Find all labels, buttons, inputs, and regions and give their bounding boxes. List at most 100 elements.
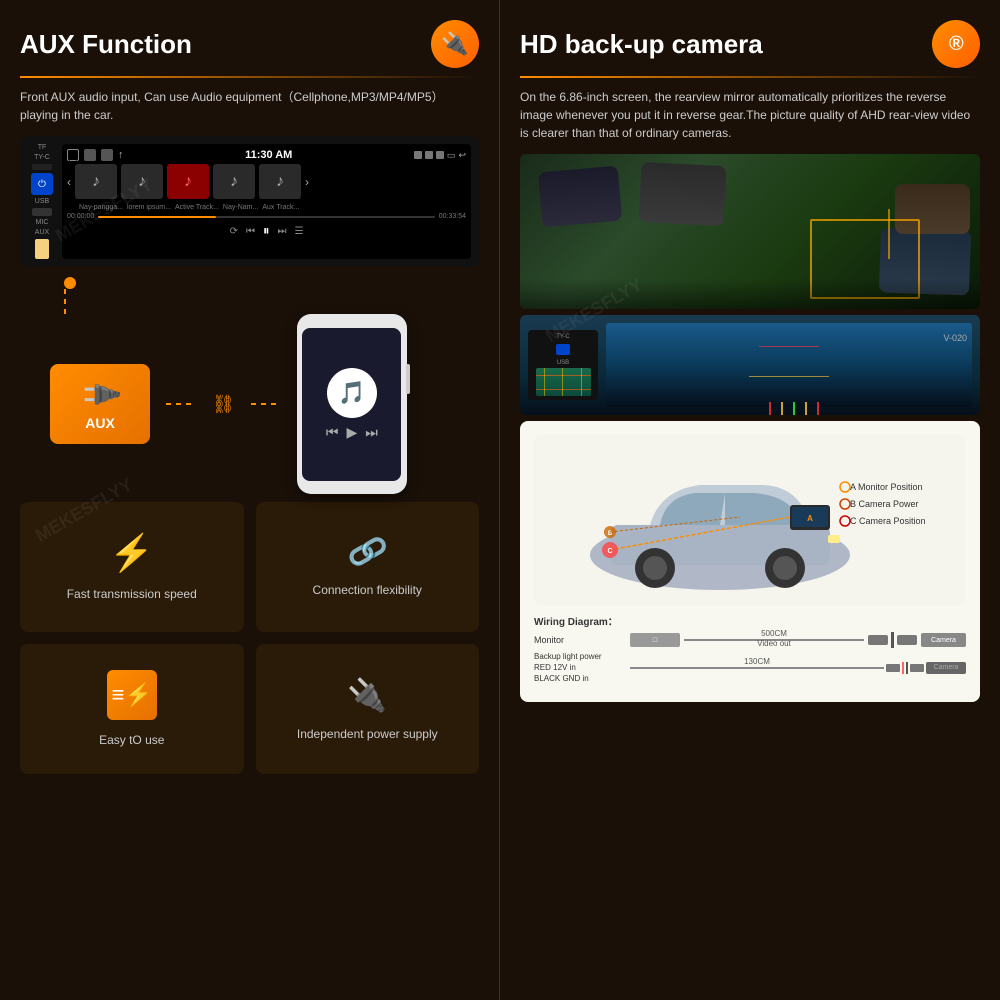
- feature-card-4: 🔌 Independent power supply: [256, 644, 480, 774]
- track-5[interactable]: ♪: [259, 164, 301, 199]
- aux-connector: [35, 239, 49, 259]
- track-info-2: lorem ipsum...: [127, 204, 171, 211]
- progress-bar[interactable]: [98, 216, 435, 218]
- h-guide-red: [759, 346, 819, 347]
- svg-text:A: A: [807, 514, 813, 523]
- horizontal-guides-2: [749, 376, 829, 377]
- camera-box: Camera: [921, 633, 966, 647]
- list-btn[interactable]: ☰: [294, 226, 303, 237]
- right-icon-circle: ®: [932, 20, 980, 68]
- chain-link-icon: ⛓: [212, 394, 235, 415]
- battery-icon: ▭: [447, 150, 456, 161]
- feature-label-1: Fast transmission speed: [67, 586, 197, 603]
- distance-video-label: 500CM: [761, 629, 787, 638]
- grid-v-container: [536, 368, 591, 396]
- backup-line-yellow-l: [781, 402, 783, 415]
- device-power-btn[interactable]: [556, 344, 570, 355]
- backup-camera-section: TY-C USB: [520, 315, 980, 415]
- next-btn[interactable]: ⏭: [277, 226, 286, 237]
- track-4[interactable]: ♪: [213, 164, 255, 199]
- feature-label-4: Independent power supply: [297, 726, 438, 743]
- play-btn[interactable]: ⏸: [263, 223, 270, 239]
- backup-wire-row: 130CM Camera: [630, 662, 966, 674]
- backup-camera-mini-screen: [536, 368, 591, 396]
- tracks-row: ‹ ♪ ♪ ♪ ♪ ♪ ›: [67, 164, 466, 199]
- wiring-item-video: Monitor □ 500CM Video out Camera: [534, 632, 966, 648]
- vol-icon: [436, 151, 444, 159]
- tf-label: TF: [38, 144, 47, 151]
- connector-1: [868, 635, 888, 645]
- grid-line-v1: [544, 368, 545, 396]
- feature-card-3: ≡⚡ Easy tO use: [20, 644, 244, 774]
- left-title: AUX Function: [20, 29, 192, 60]
- music-next[interactable]: ⏭: [365, 424, 378, 441]
- backup-line-red-l: [769, 402, 771, 415]
- stereo-row: TF TY-C ⏻ USB MIC AUX ⌂ ↑: [28, 144, 471, 259]
- music-play[interactable]: ▶: [346, 424, 357, 441]
- phone-mockup: 🎵 ⏮ ▶ ⏭: [297, 314, 407, 494]
- prev-btn[interactable]: ⏮: [246, 226, 255, 237]
- head-unit-device: TY-C USB: [528, 330, 598, 400]
- menu-icon[interactable]: [84, 149, 96, 161]
- track-3-active[interactable]: ♪: [167, 164, 209, 199]
- monitor-label: Monitor: [534, 635, 624, 645]
- right-description: On the 6.86-inch screen, the rearview mi…: [520, 88, 980, 142]
- display-status-bar: ⌂ ↑ 11:30 AM ▭ ↩: [67, 149, 466, 161]
- aux-plug-icon: 🔌: [76, 370, 124, 418]
- power-button[interactable]: ⏻: [31, 173, 53, 195]
- spacer: [562, 357, 564, 358]
- phone-screen: 🎵 ⏮ ▶ ⏭: [302, 328, 401, 481]
- feature-label-3: Easy tO use: [99, 732, 164, 749]
- feature-card-2: 🔗 Connection flexibility: [256, 502, 480, 632]
- home-icon[interactable]: ⌂: [67, 149, 79, 161]
- lightning-icon: ⚡: [109, 532, 154, 574]
- back-btn[interactable]: ↩: [458, 150, 466, 161]
- track-info-5: Aux Track...: [262, 204, 299, 211]
- ground-shadow: [520, 279, 980, 309]
- usb-label-device: USB: [557, 360, 569, 366]
- feature-label-2: Connection flexibility: [313, 582, 422, 599]
- wiring-item-backup: Backup light power RED 12V in BLACK GND …: [534, 651, 966, 685]
- left-divider: [20, 76, 479, 78]
- h-guide-yellow: [749, 376, 829, 377]
- usb-label: USB: [35, 198, 49, 205]
- video-out-label: Video out: [757, 639, 791, 648]
- port-slot: [32, 164, 52, 170]
- svg-text:C: C: [607, 548, 612, 555]
- monitor-box: □: [630, 633, 680, 647]
- track-info-1: Nay-pangga...: [79, 204, 123, 211]
- music-prev[interactable]: ⏮: [326, 424, 339, 441]
- grid-line-v3: [581, 368, 582, 396]
- stereo-display: ⌂ ↑ 11:30 AM ▭ ↩ ‹: [62, 144, 471, 259]
- aux-row: 🔌 AUX ⛓ 🎵 ⏮ ▶ ⏭: [50, 314, 407, 494]
- horizontal-guides: [759, 346, 819, 347]
- track-info-3: Active Track...: [175, 204, 219, 211]
- back-icon[interactable]: [101, 149, 113, 161]
- top-camera-image: [520, 154, 980, 309]
- tyc-label-device: TY-C: [556, 334, 569, 340]
- music-controls: ⏮ ▶ ⏭: [326, 424, 378, 441]
- backup-line-red-r: [817, 402, 819, 415]
- display-right-icons: ▭ ↩: [414, 150, 466, 161]
- horizontal-dashed-line: [166, 403, 196, 405]
- tyc-label: TY-C: [34, 154, 50, 161]
- parked-car-2: [638, 162, 726, 226]
- repeat-btn[interactable]: ⟳: [230, 226, 238, 237]
- wire-video-seg: 500CM Video out: [684, 637, 864, 643]
- aux-box: 🔌 AUX: [50, 364, 150, 444]
- svg-text:A Monitor Position: A Monitor Position: [850, 482, 923, 492]
- backup-labels: Backup light power RED 12V in BLACK GND …: [534, 651, 624, 685]
- aux-connection-section: 🔌 AUX ⛓ 🎵 ⏮ ▶ ⏭: [20, 277, 479, 494]
- wiring-table: Wiring Diagram： Monitor □ 500CM Video ou…: [534, 613, 966, 685]
- prev-arrow[interactable]: ‹: [67, 175, 71, 189]
- track-2[interactable]: ♪: [121, 164, 163, 199]
- plug-icon: 🔌: [347, 676, 387, 714]
- feature-grid: ⚡ Fast transmission speed 🔗 Connection f…: [20, 502, 479, 774]
- progress-bar-area: 00:00:00 00:33:54: [67, 213, 466, 220]
- stereo-unit: TF TY-C ⏻ USB MIC AUX ⌂ ↑: [20, 136, 479, 267]
- next-arrow[interactable]: ›: [305, 175, 309, 189]
- backup-connectors: [886, 662, 924, 674]
- right-title: HD back-up camera: [520, 29, 763, 60]
- track-1[interactable]: ♪: [75, 164, 117, 199]
- stereo-time: 11:30 AM: [245, 149, 292, 161]
